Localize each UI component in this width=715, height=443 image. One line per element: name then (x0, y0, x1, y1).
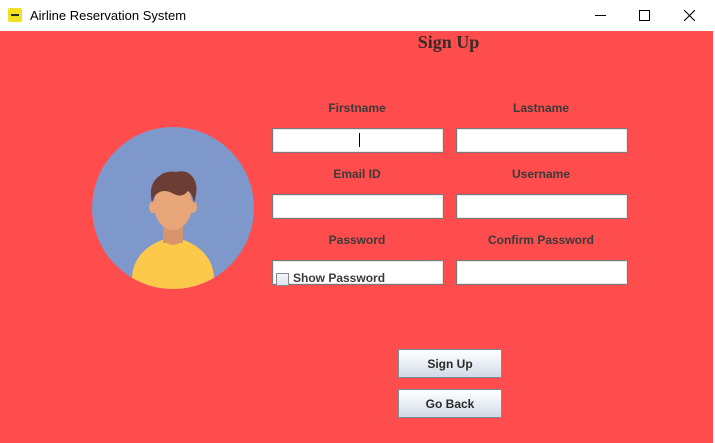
lastname-label: Lastname (512, 101, 570, 115)
go-back-button[interactable]: Go Back (398, 389, 502, 418)
close-icon (684, 10, 695, 21)
window-title: Airline Reservation System (30, 8, 187, 23)
lastname-field[interactable] (456, 128, 628, 153)
firstname-label: Firstname (328, 101, 386, 115)
app-icon (8, 8, 22, 22)
user-avatar-icon (132, 171, 214, 289)
avatar (92, 127, 254, 289)
maximize-icon (639, 10, 650, 21)
minimize-button[interactable] (577, 0, 623, 31)
confirm-password-field[interactable] (456, 260, 628, 285)
minimize-icon (595, 15, 606, 16)
confirm-password-label: Confirm Password (487, 233, 595, 247)
password-label: Password (328, 233, 386, 247)
username-label: Username (511, 167, 571, 181)
page-title: Sign Up (417, 32, 480, 52)
show-password-checkbox[interactable] (276, 273, 289, 286)
show-password-label[interactable]: Show Password (293, 271, 385, 285)
title-bar: Airline Reservation System (0, 0, 715, 31)
close-button[interactable] (666, 0, 712, 31)
email-label: Email ID (333, 167, 381, 181)
sign-up-button[interactable]: Sign Up (398, 349, 502, 378)
maximize-button[interactable] (621, 0, 667, 31)
username-field[interactable] (456, 194, 628, 219)
firstname-field[interactable] (272, 128, 444, 153)
email-field[interactable] (272, 194, 444, 219)
text-caret (359, 133, 360, 147)
